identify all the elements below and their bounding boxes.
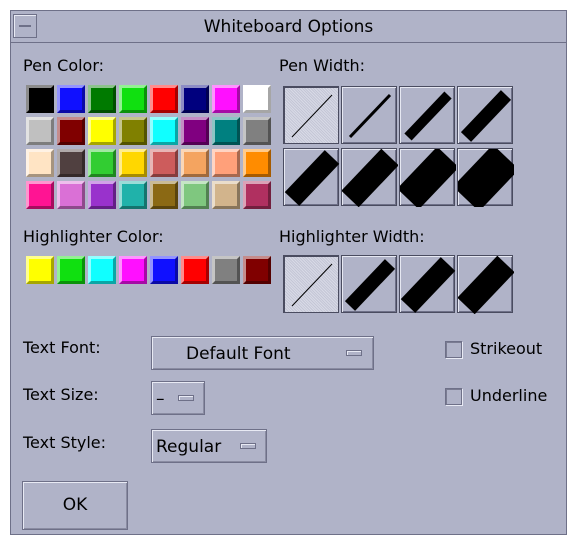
pen-color-swatch[interactable]	[181, 181, 209, 209]
stroke-width-icon	[348, 93, 392, 139]
stroke-width-icon	[291, 94, 333, 138]
highlighter-width-option[interactable]	[341, 255, 397, 313]
pen-color-swatch[interactable]	[243, 85, 271, 113]
highlighter-color-swatch[interactable]	[57, 256, 85, 284]
pen-color-swatch[interactable]	[88, 181, 116, 209]
whiteboard-options-window: Whiteboard Options Pen Color: Pen Width:…	[10, 10, 567, 535]
ok-label: OK	[62, 495, 88, 515]
title-bar: Whiteboard Options	[11, 11, 566, 43]
pen-color-swatch[interactable]	[181, 85, 209, 113]
pen-color-swatch[interactable]	[212, 149, 240, 177]
pen-color-swatch[interactable]	[150, 85, 178, 113]
pen-width-option[interactable]	[399, 148, 456, 207]
stroke-width-icon	[460, 90, 512, 142]
pen-width-option[interactable]	[457, 148, 514, 207]
dropdown-indicator-icon	[178, 395, 194, 401]
pen-color-swatch[interactable]	[26, 85, 54, 113]
pen-color-swatch[interactable]	[57, 181, 85, 209]
text-style-label: Text Style:	[23, 433, 107, 452]
strikeout-label[interactable]: Strikeout	[470, 339, 542, 358]
stroke-width-icon	[400, 257, 456, 313]
highlighter-color-swatch[interactable]	[212, 256, 240, 284]
pen-color-swatch[interactable]	[181, 149, 209, 177]
pen-width-option[interactable]	[341, 86, 397, 144]
text-style-dropdown[interactable]: Regular	[151, 429, 267, 463]
pen-color-swatch[interactable]	[88, 117, 116, 145]
text-size-dropdown[interactable]: –	[151, 381, 205, 415]
text-style-value: Regular	[156, 437, 222, 457]
pen-color-swatch[interactable]	[88, 149, 116, 177]
highlighter-color-swatch[interactable]	[119, 256, 147, 284]
pen-width-option[interactable]	[341, 148, 398, 207]
stroke-width-icon	[342, 149, 398, 207]
underline-checkbox[interactable]	[445, 388, 462, 405]
pen-color-swatch[interactable]	[212, 85, 240, 113]
highlighter-color-swatch[interactable]	[243, 256, 271, 284]
pen-color-swatch[interactable]	[119, 181, 147, 209]
stroke-width-icon	[404, 91, 452, 141]
text-font-value: Default Font	[186, 344, 291, 364]
highlighter-color-swatch[interactable]	[88, 256, 116, 284]
pen-color-label: Pen Color:	[23, 56, 105, 75]
pen-color-swatch[interactable]	[26, 117, 54, 145]
highlighter-color-swatch[interactable]	[181, 256, 209, 284]
pen-color-swatch[interactable]	[181, 117, 209, 145]
strikeout-checkbox[interactable]	[445, 341, 462, 358]
pen-color-swatch[interactable]	[212, 117, 240, 145]
pen-color-swatch[interactable]	[26, 149, 54, 177]
pen-width-option[interactable]	[283, 148, 340, 206]
highlighter-width-option[interactable]	[457, 255, 514, 314]
pen-color-swatch[interactable]	[88, 85, 116, 113]
pen-color-swatch[interactable]	[26, 181, 54, 209]
stroke-width-icon	[458, 256, 514, 314]
stroke-width-icon	[458, 149, 514, 207]
pen-color-swatch[interactable]	[119, 117, 147, 145]
pen-color-swatch[interactable]	[57, 85, 85, 113]
stroke-width-icon	[344, 259, 396, 311]
stroke-width-icon	[291, 263, 333, 307]
pen-width-label: Pen Width:	[279, 56, 366, 75]
highlighter-color-label: Highlighter Color:	[23, 227, 164, 246]
pen-color-swatch[interactable]	[119, 85, 147, 113]
pen-color-swatch[interactable]	[150, 149, 178, 177]
pen-width-option[interactable]	[399, 86, 455, 144]
highlighter-width-option[interactable]	[399, 255, 456, 313]
ok-button[interactable]: OK	[22, 481, 128, 530]
text-font-dropdown[interactable]: Default Font	[151, 336, 374, 370]
dropdown-indicator-icon	[240, 443, 256, 449]
stroke-width-icon	[284, 150, 340, 206]
pen-color-swatch[interactable]	[212, 181, 240, 209]
text-size-value: –	[156, 389, 165, 409]
window-title: Whiteboard Options	[203, 17, 374, 37]
dropdown-indicator-icon	[346, 350, 362, 356]
pen-color-swatch[interactable]	[57, 149, 85, 177]
pen-width-option[interactable]	[457, 86, 513, 144]
highlighter-color-swatch[interactable]	[150, 256, 178, 284]
highlighter-color-swatch[interactable]	[26, 256, 54, 284]
pen-color-swatch[interactable]	[150, 181, 178, 209]
highlighter-width-label: Highlighter Width:	[279, 227, 425, 246]
pen-color-swatch[interactable]	[243, 117, 271, 145]
pen-color-swatch[interactable]	[119, 149, 147, 177]
text-size-label: Text Size:	[23, 385, 99, 404]
highlighter-width-option[interactable]	[283, 255, 339, 313]
underline-label[interactable]: Underline	[470, 386, 547, 405]
stroke-width-icon	[400, 149, 456, 207]
pen-color-swatch[interactable]	[243, 149, 271, 177]
text-font-label: Text Font:	[23, 338, 101, 357]
pen-color-swatch[interactable]	[57, 117, 85, 145]
pen-color-swatch[interactable]	[150, 117, 178, 145]
pen-width-option[interactable]	[283, 86, 339, 144]
pen-color-swatch[interactable]	[243, 181, 271, 209]
